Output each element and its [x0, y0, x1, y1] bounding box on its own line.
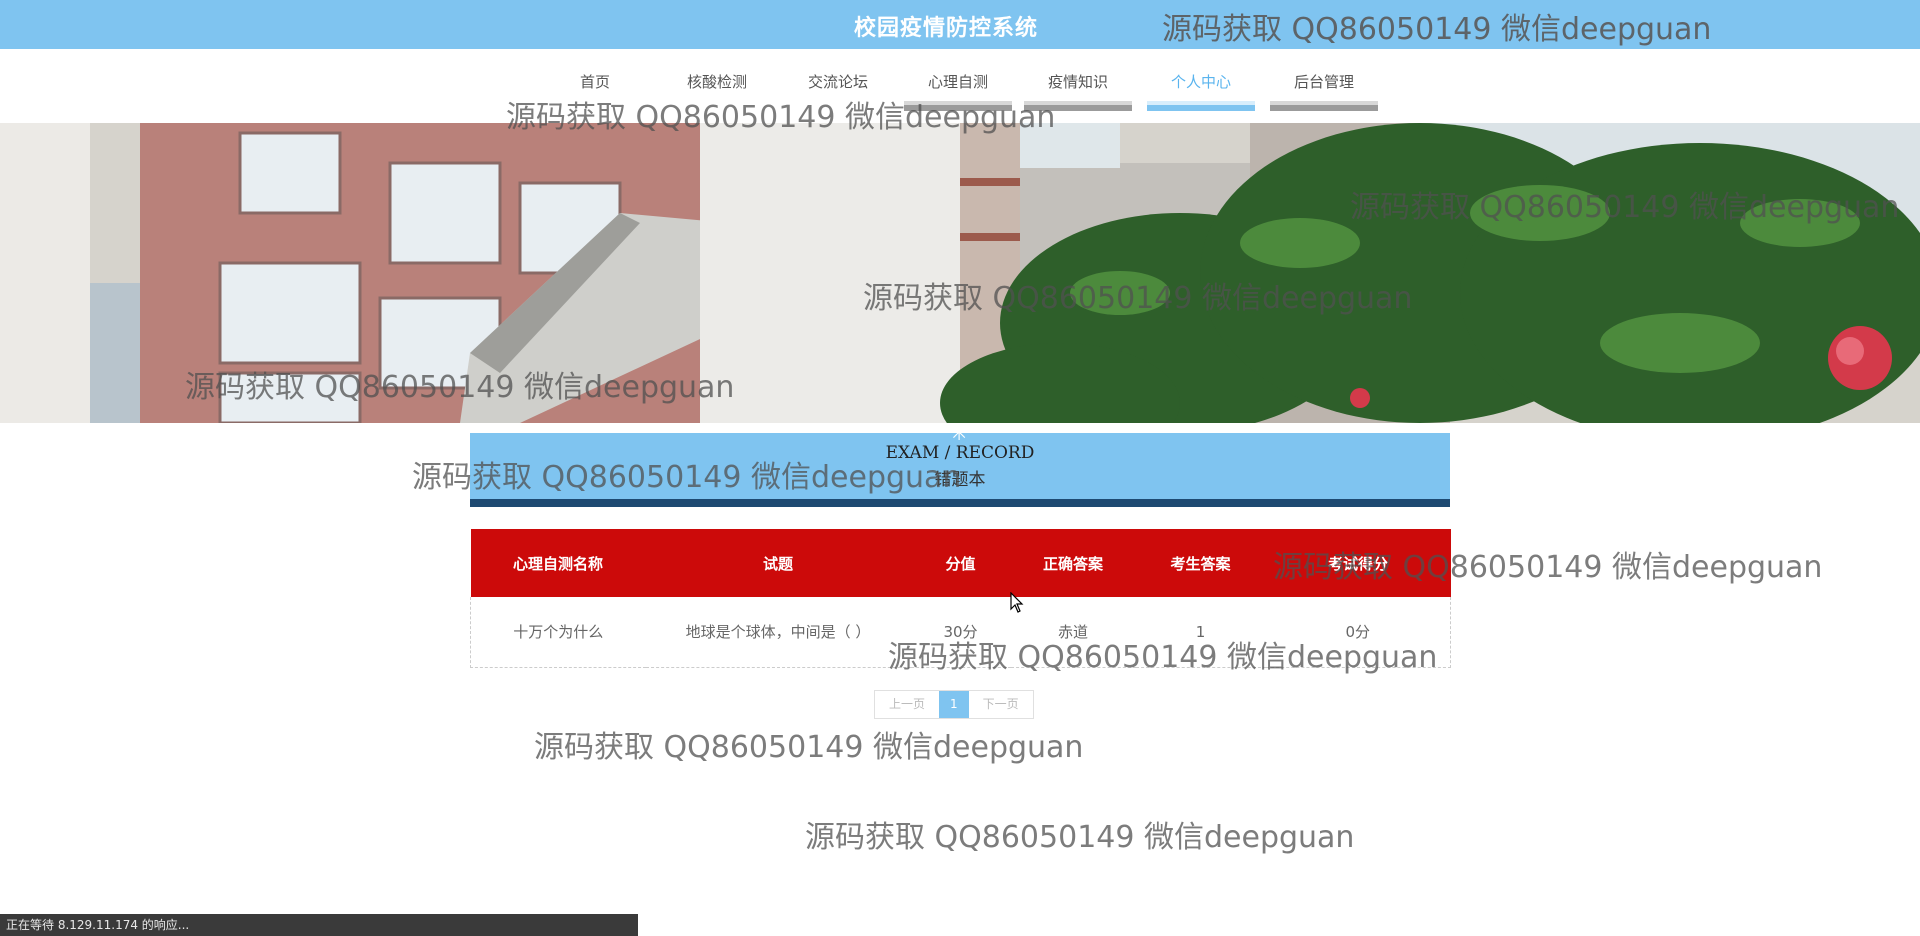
table-row[interactable]: 十万个为什么 地球是个球体，中间是（ ） 30分 赤道 1 0分 [470, 597, 1451, 668]
section-header: ✳ EXAM / RECORD 错题本 [470, 421, 1450, 507]
nav-item-label: 心理自测 [927, 73, 988, 91]
nav-item-personal-center[interactable]: 个人中心 [1147, 72, 1255, 111]
hero-banner-image [0, 123, 1920, 423]
mouse-cursor-icon [1010, 592, 1024, 613]
nav-item-forum[interactable]: 交流论坛 [784, 72, 892, 111]
site-title: 校园疫情防控系统 [854, 16, 1039, 41]
nav-item-epidemic-knowledge[interactable]: 疫情知识 [1024, 72, 1132, 111]
prev-page-button[interactable]: 上一页 [875, 691, 939, 718]
cell-score-value: 30分 [910, 597, 1011, 668]
nav-item-underline [1270, 101, 1378, 111]
col-header-question: 试题 [645, 529, 911, 597]
cell-correct-answer: 赤道 [1010, 597, 1136, 668]
nav-item-underline [1147, 101, 1255, 111]
next-page-button[interactable]: 下一页 [969, 691, 1033, 718]
col-header-correct-answer: 正确答案 [1010, 529, 1136, 597]
nav-item-label: 首页 [579, 73, 610, 91]
page-1-button[interactable]: 1 [939, 691, 969, 718]
nav-item-underline [784, 101, 892, 111]
nav-item-underline [904, 101, 1012, 111]
nav-item-underline [541, 101, 649, 111]
star-icon: ✳ [950, 421, 969, 446]
col-header-score-value: 分值 [910, 529, 1011, 597]
nav-item-label: 核酸检测 [686, 73, 747, 91]
nav-item-underline [1024, 101, 1132, 111]
top-header-bar: 校园疫情防控系统 [0, 0, 1920, 49]
cell-question: 地球是个球体，中间是（ ） [645, 597, 911, 668]
watermark: 源码获取 QQ86050149 微信deepguan [805, 820, 1355, 855]
section-title-cn: 错题本 [934, 470, 986, 490]
nav-item-nucleic-test[interactable]: 核酸检测 [663, 72, 771, 111]
pagination: 上一页 1 下一页 [874, 690, 1034, 719]
section-title-en: EXAM / RECORD [885, 443, 1035, 463]
nav-item-psych-test[interactable]: 心理自测 [904, 72, 1012, 111]
col-header-student-answer: 考生答案 [1135, 529, 1266, 597]
cell-exam-score: 0分 [1265, 597, 1451, 668]
wrong-questions-table: 心理自测名称 试题 分值 正确答案 考生答案 考试得分 十万个为什么 地球是个球… [470, 529, 1451, 668]
col-header-test-name: 心理自测名称 [470, 529, 646, 597]
cell-student-answer: 1 [1135, 597, 1266, 668]
main-navigation: 首页 核酸检测 交流论坛 心理自测 疫情知识 个人中心 后台管理 [0, 72, 1920, 112]
cell-test-name: 十万个为什么 [470, 597, 646, 668]
table-header-row: 心理自测名称 试题 分值 正确答案 考生答案 考试得分 [470, 529, 1451, 597]
nav-item-label: 疫情知识 [1047, 73, 1108, 91]
nav-item-label: 交流论坛 [807, 73, 868, 91]
campus-building-photo [0, 123, 1920, 423]
nav-item-admin[interactable]: 后台管理 [1270, 72, 1378, 111]
nav-item-underline [663, 101, 771, 111]
nav-item-label: 后台管理 [1293, 73, 1354, 91]
nav-item-label: 个人中心 [1170, 73, 1231, 91]
browser-status-bar: 正在等待 8.129.11.174 的响应... [0, 914, 638, 936]
col-header-exam-score: 考试得分 [1265, 529, 1451, 597]
watermark: 源码获取 QQ86050149 微信deepguan [534, 730, 1084, 765]
nav-item-home[interactable]: 首页 [541, 72, 649, 111]
